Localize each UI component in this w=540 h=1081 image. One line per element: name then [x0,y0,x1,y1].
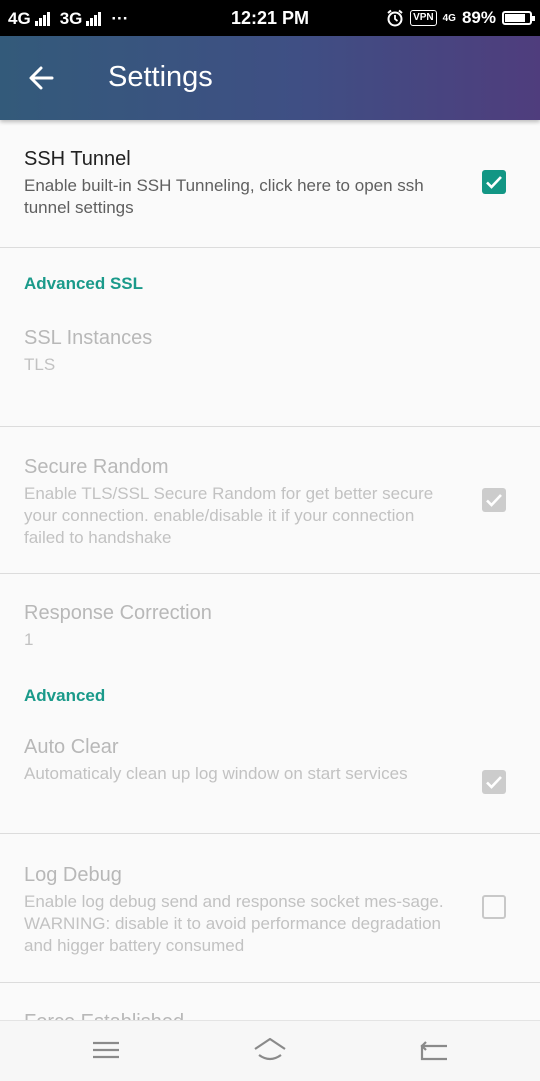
pref-title: Secure Random [24,456,169,478]
pref-ssh-tunnel[interactable]: SSH Tunnel Enable built-in SSH Tunneling… [0,120,540,248]
pref-title: SSH Tunnel [24,148,131,170]
secure-random-checkbox[interactable] [482,488,506,512]
battery-percent: 89% [461,8,496,27]
pref-title: Response Correction [24,602,212,624]
back-icon [420,1041,447,1061]
pref-title: SSL Instances [24,327,153,349]
pref-auto-clear[interactable]: Auto Clear Automaticaly clean up log win… [0,716,540,834]
pref-value: 1 [24,630,34,649]
checkmark-icon [486,176,502,189]
settings-list[interactable]: SSH Tunnel Enable built-in SSH Tunneling… [0,120,540,1020]
menu-button[interactable] [88,1035,124,1065]
pref-title: Auto Clear [24,736,119,758]
arrow-left-icon [29,66,54,90]
status-bar: 4G 3G ··· 12:21 PM VPN 4G 89% [0,0,540,36]
pref-summary: Automaticaly clean up log window on star… [24,764,408,783]
auto-clear-checkbox[interactable] [482,770,506,794]
pref-summary: Enable built-in SSH Tunneling, click her… [24,176,424,217]
battery-icon [502,11,535,25]
menu-icon [93,1041,119,1059]
category-advanced: Advanced [24,686,106,705]
pref-value: TLS [24,355,56,374]
page-title: Settings [108,61,213,93]
battery-fill [505,14,525,22]
alarm-icon [387,9,403,27]
pref-summary: Enable TLS/SSL Secure Random for get bet… [24,484,434,547]
pref-title: Log Debug [24,864,122,886]
network-type-3: 4G [442,12,456,24]
pref-force-established[interactable]: Force Established [0,983,540,1020]
log-debug-checkbox[interactable] [482,895,506,919]
status-right: VPN 4G 89% [386,8,535,28]
category-advanced-ssl: Advanced SSL [24,274,144,293]
pref-summary: Enable log debug send and response socke… [24,892,444,955]
pref-title: Force Established [24,983,450,1020]
checkmark-icon [486,776,502,789]
nav-back-button[interactable] [416,1035,452,1065]
pref-response-correction[interactable]: Response Correction 1 [0,574,540,674]
back-button[interactable] [26,60,58,96]
pref-secure-random[interactable]: Secure Random Enable TLS/SSL Secure Rand… [0,427,540,574]
app-toolbar: Settings [0,36,540,120]
pref-log-debug[interactable]: Log Debug Enable log debug send and resp… [0,834,540,983]
vpn-icon: VPN [410,10,437,26]
checkmark-icon [486,494,502,507]
pref-ssl-instances[interactable]: SSL Instances TLS [0,300,540,427]
home-icon [254,1037,286,1061]
ssh-tunnel-checkbox[interactable] [482,170,506,194]
home-button[interactable] [252,1035,288,1065]
system-nav-bar [0,1020,540,1081]
